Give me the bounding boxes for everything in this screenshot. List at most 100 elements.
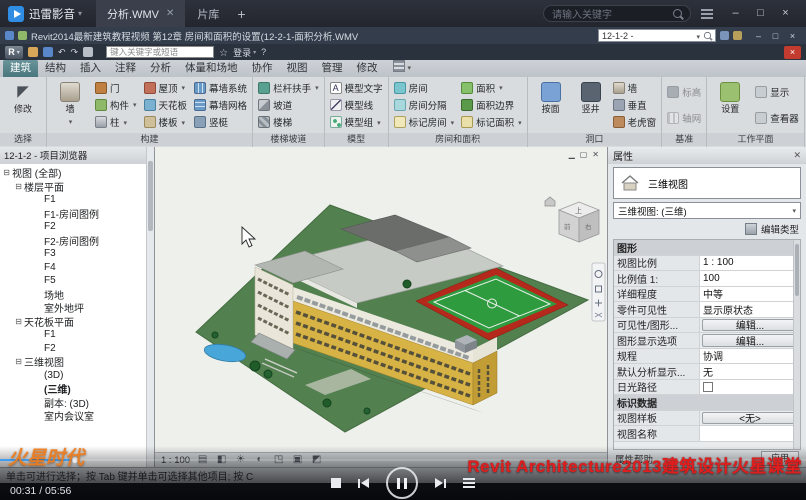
viewcube[interactable]: 上 前 右	[545, 197, 599, 242]
player-tab-library[interactable]: 片库	[185, 6, 231, 22]
project-browser-title[interactable]: 12-1-2 - 项目浏览器	[0, 147, 154, 164]
tab-analyze[interactable]: 分析	[143, 60, 178, 77]
property-value[interactable]: 编辑...	[702, 319, 798, 332]
tree-item[interactable]: 副本: (3D)	[0, 396, 154, 410]
tab-close-icon[interactable]: ✕	[166, 8, 174, 19]
tag-area-button[interactable]: 标记面积	[459, 114, 524, 130]
opening-by-face-button[interactable]: 按面	[531, 78, 571, 132]
main-menu-icon[interactable]	[701, 13, 713, 15]
exchange-apps-icon[interactable]	[720, 31, 729, 40]
column-button[interactable]: 柱	[93, 114, 139, 130]
favorites-icon[interactable]	[219, 43, 228, 61]
property-value[interactable]: 1 : 100	[700, 256, 800, 271]
tree-item[interactable]: 室外地坪	[0, 301, 154, 315]
revit-close-button[interactable]: ×	[784, 31, 801, 41]
property-value[interactable]: 显示原状态	[700, 302, 800, 317]
tree-item[interactable]: F5	[0, 274, 154, 288]
player-menu-caret-icon[interactable]: ▾	[78, 9, 82, 18]
roof-button[interactable]: 屋顶	[142, 80, 190, 96]
dormer-button[interactable]: 老虎窗	[611, 114, 659, 130]
revit-restore-button[interactable]: □	[767, 31, 784, 41]
view-minimize-icon[interactable]: ▁	[569, 150, 575, 160]
close-icon[interactable]: ✕	[793, 150, 801, 161]
tab-collaborate[interactable]: 协作	[245, 60, 280, 77]
railing-button[interactable]: 栏杆扶手	[256, 80, 321, 96]
level-button[interactable]: 标高	[665, 84, 703, 100]
wall-opening-button[interactable]: 墙	[611, 80, 659, 96]
property-value[interactable]: 无	[700, 364, 800, 379]
model-text-button[interactable]: 模型文字	[328, 80, 385, 96]
property-row[interactable]: 可见性/图形... 编辑...	[614, 318, 800, 334]
property-value[interactable]: 中等	[700, 287, 800, 302]
tab-structure[interactable]: 结构	[38, 60, 73, 77]
navigation-bar[interactable]	[592, 263, 605, 321]
viewcube-home-icon[interactable]	[545, 197, 555, 206]
tree-item[interactable]: (三维)	[0, 382, 154, 396]
property-row[interactable]: 图形显示选项 编辑...	[614, 333, 800, 349]
search-icon[interactable]	[704, 32, 711, 39]
revit-minimize-button[interactable]: –	[750, 31, 767, 41]
area-button[interactable]: 面积	[459, 80, 524, 96]
document-close-button[interactable]: ×	[784, 46, 801, 59]
tree-item[interactable]: F2	[0, 220, 154, 234]
curtain-system-button[interactable]: 幕墙系统	[192, 80, 249, 96]
new-tab-button[interactable]: +	[231, 6, 251, 22]
property-row[interactable]: 日光路径	[614, 380, 800, 396]
tab-annotate[interactable]: 注释	[108, 60, 143, 77]
tree-item[interactable]: ⊟ 天花板平面	[0, 315, 154, 329]
tree-item[interactable]: (3D)	[0, 369, 154, 383]
search-caret-icon[interactable]	[695, 31, 700, 41]
edit-type-button[interactable]: 编辑类型	[608, 219, 806, 239]
player-maximize-button[interactable]: □	[748, 0, 773, 27]
browser-scrollbar[interactable]	[146, 147, 154, 467]
property-row[interactable]: 零件可见性 显示原状态	[614, 302, 800, 318]
play-pause-button[interactable]	[386, 467, 418, 499]
player-minimize-button[interactable]: –	[723, 0, 748, 27]
door-button[interactable]: 门	[93, 80, 139, 96]
print-icon[interactable]	[83, 47, 93, 57]
tab-insert[interactable]: 插入	[73, 60, 108, 77]
property-row[interactable]: 视图样板 <无>	[614, 411, 800, 427]
tab-manage[interactable]: 管理	[315, 60, 350, 77]
modify-button[interactable]: 修改	[3, 78, 43, 132]
property-row[interactable]: 标识数据	[614, 395, 800, 411]
search-icon[interactable]	[673, 9, 682, 18]
view-restore-icon[interactable]: ▢	[580, 150, 588, 160]
viewcube-right-label[interactable]: 右	[585, 222, 592, 231]
type-selector[interactable]: 三维视图	[613, 167, 801, 199]
property-value[interactable]: 协调	[700, 349, 800, 364]
ceiling-button[interactable]: 天花板	[142, 97, 190, 113]
redo-icon[interactable]: ↷	[71, 44, 79, 60]
tree-expand-icon[interactable]: ⊟	[14, 357, 23, 366]
vertical-opening-button[interactable]: 垂直	[611, 97, 659, 113]
mullion-button[interactable]: 竖梃	[192, 114, 249, 130]
tab-modify[interactable]: 修改	[350, 60, 385, 77]
save-icon[interactable]	[5, 31, 14, 40]
property-row[interactable]: 规程 协调	[614, 349, 800, 365]
tree-item[interactable]: ⊟ 视图 (全部)	[0, 166, 154, 180]
open-icon[interactable]	[18, 31, 27, 40]
property-row[interactable]: 详细程度 中等	[614, 287, 800, 303]
property-value[interactable]	[700, 426, 800, 441]
tree-expand-icon[interactable]: ⊟	[14, 317, 23, 326]
model-line-button[interactable]: 模型线	[328, 97, 385, 113]
tab-architecture[interactable]: 建筑	[3, 60, 38, 77]
help-icon[interactable]: ?	[261, 44, 266, 60]
tag-room-button[interactable]: 标记房间	[392, 114, 457, 130]
drawing-area[interactable]: ▁ ▢ ✕	[155, 147, 607, 452]
property-row[interactable]: 视图名称	[614, 426, 800, 442]
property-row[interactable]: 默认分析显示... 无	[614, 364, 800, 380]
tree-item[interactable]: F3	[0, 247, 154, 261]
property-row[interactable]: 比例值 1: 100	[614, 271, 800, 287]
room-separator-button[interactable]: 房间分隔	[392, 97, 457, 113]
wall-button[interactable]: 墙	[50, 78, 90, 132]
tree-item[interactable]: 场地	[0, 288, 154, 302]
properties-scrollbar[interactable]	[793, 240, 800, 449]
curtain-grid-button[interactable]: 幕墙网格	[192, 97, 249, 113]
tree-item[interactable]: F4	[0, 261, 154, 275]
view-close-icon[interactable]: ✕	[592, 150, 599, 160]
set-work-plane-button[interactable]: 设置	[710, 78, 750, 132]
type-combo[interactable]: 三维视图: (三维)	[613, 202, 801, 219]
model-3d-view[interactable]: 上 前 右	[155, 147, 607, 452]
shaft-button[interactable]: 竖井	[574, 78, 608, 132]
